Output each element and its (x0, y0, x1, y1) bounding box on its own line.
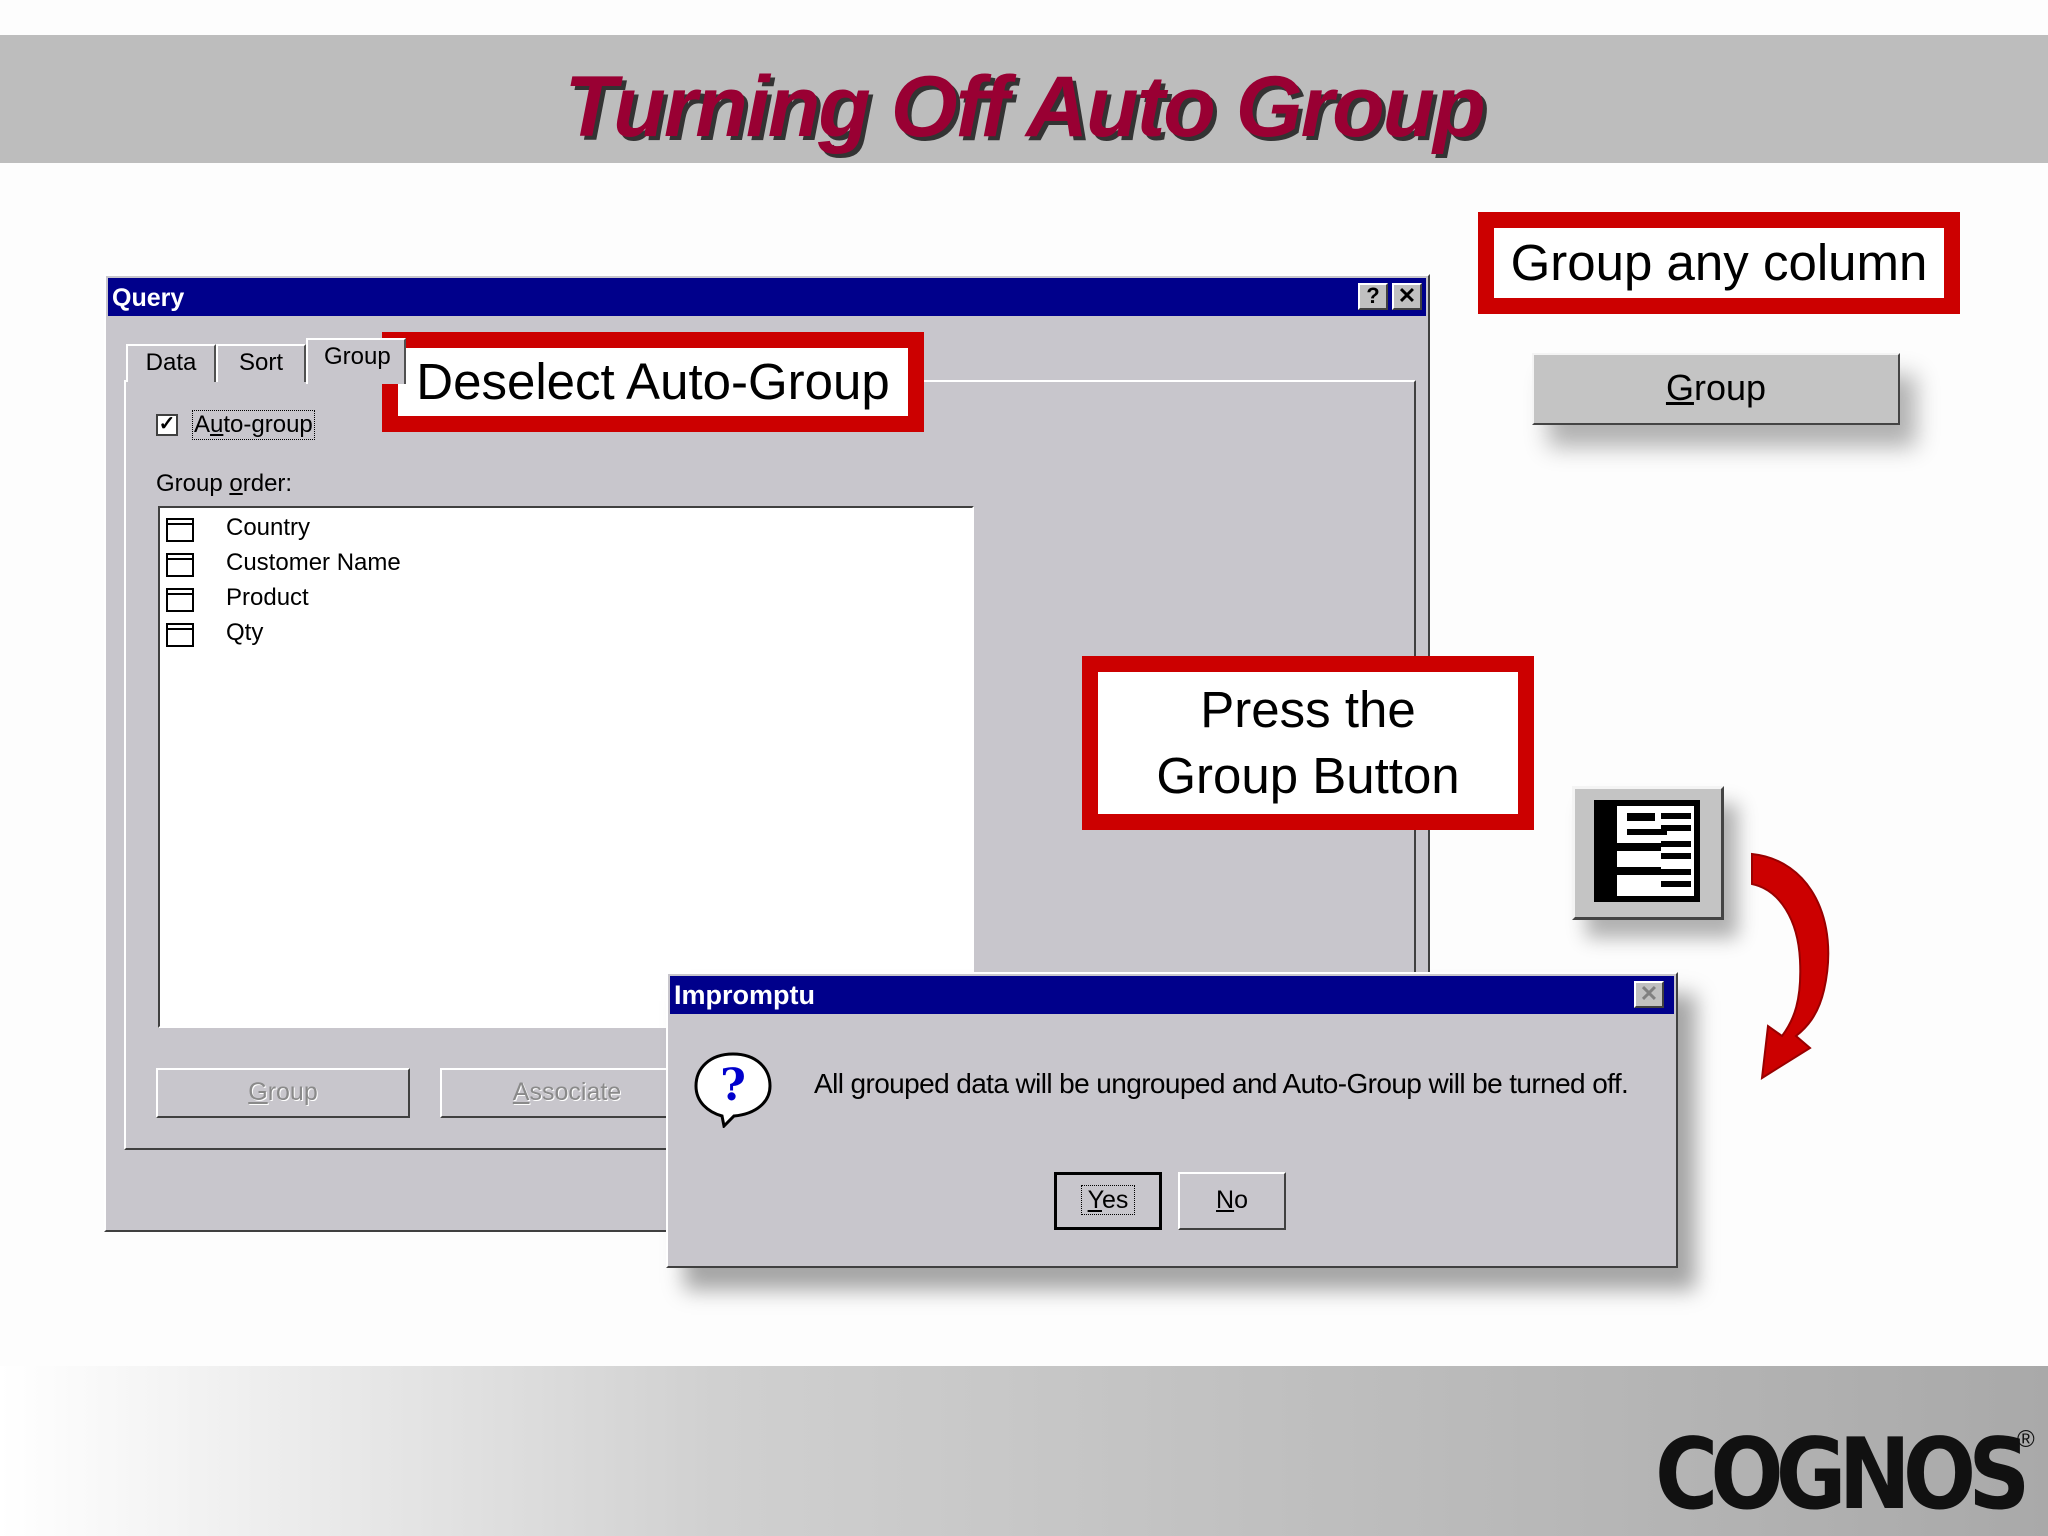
checkmark-icon: ✓ (158, 413, 176, 435)
tab-sort[interactable]: Sort (216, 344, 306, 382)
auto-group-label[interactable]: Auto-group (192, 410, 315, 440)
close-icon: ✕ (1639, 981, 1659, 1006)
impromptu-dialog: Impromptu ✕ ? All grouped data will be u… (666, 972, 1678, 1268)
press-group-callout: Press the Group Button (1082, 656, 1534, 830)
group-button[interactable]: Group (156, 1068, 410, 1118)
group-toolbar-icon (1594, 800, 1700, 902)
press-callout-line-1: Press the (1200, 680, 1416, 738)
auto-group-checkbox[interactable]: ✓ (156, 414, 178, 436)
column-icon (166, 623, 194, 647)
list-item-label: Product (226, 584, 309, 611)
svg-text:?: ? (720, 1060, 746, 1111)
group-order-list[interactable]: Country Customer Name Product Qty (158, 506, 974, 1028)
help-button[interactable]: ? (1358, 283, 1388, 310)
column-icon (166, 518, 194, 542)
query-title: Query (112, 284, 185, 312)
close-icon: ✕ (1397, 283, 1417, 308)
logo-registered-mark: ® (2017, 1426, 2035, 1453)
red-arrow-icon (1751, 852, 1830, 1080)
standalone-group-button[interactable]: Group (1532, 353, 1900, 425)
deselect-callout: Deselect Auto-Group (382, 332, 924, 432)
close-button[interactable]: ✕ (1392, 283, 1422, 310)
column-icon (166, 553, 194, 577)
list-item-label: Customer Name (226, 549, 401, 576)
group-any-column-callout: Group any column (1478, 212, 1960, 314)
no-button[interactable]: No (1178, 1172, 1286, 1230)
impromptu-title: Impromptu (674, 980, 815, 1010)
tab-group[interactable]: Group (306, 338, 406, 384)
list-item-label: Qty (226, 619, 264, 646)
logo-text: COGNOS (1655, 1418, 2030, 1532)
group-order-label: Group order: (156, 470, 293, 497)
query-title-bar[interactable]: Query ? ✕ (108, 278, 1426, 316)
yes-button[interactable]: Yes (1054, 1172, 1162, 1230)
question-bubble-icon: ? (694, 1052, 772, 1128)
associate-button[interactable]: Associate (440, 1068, 694, 1118)
list-item-label: Country (226, 514, 311, 541)
group-toolbar-button[interactable] (1572, 786, 1724, 920)
tab-data[interactable]: Data (126, 344, 216, 382)
column-icon (166, 588, 194, 612)
confirmation-message: All grouped data will be ungrouped and A… (814, 1068, 1629, 1099)
impromptu-close-button[interactable]: ✕ (1634, 981, 1664, 1008)
slide-title: Turning Off Auto Group (564, 59, 1485, 155)
press-callout-line-2: Group Button (1156, 747, 1460, 804)
cognos-logo: COGNOS ® (1655, 1418, 2035, 1532)
impromptu-title-bar[interactable]: Impromptu ✕ (670, 976, 1674, 1014)
